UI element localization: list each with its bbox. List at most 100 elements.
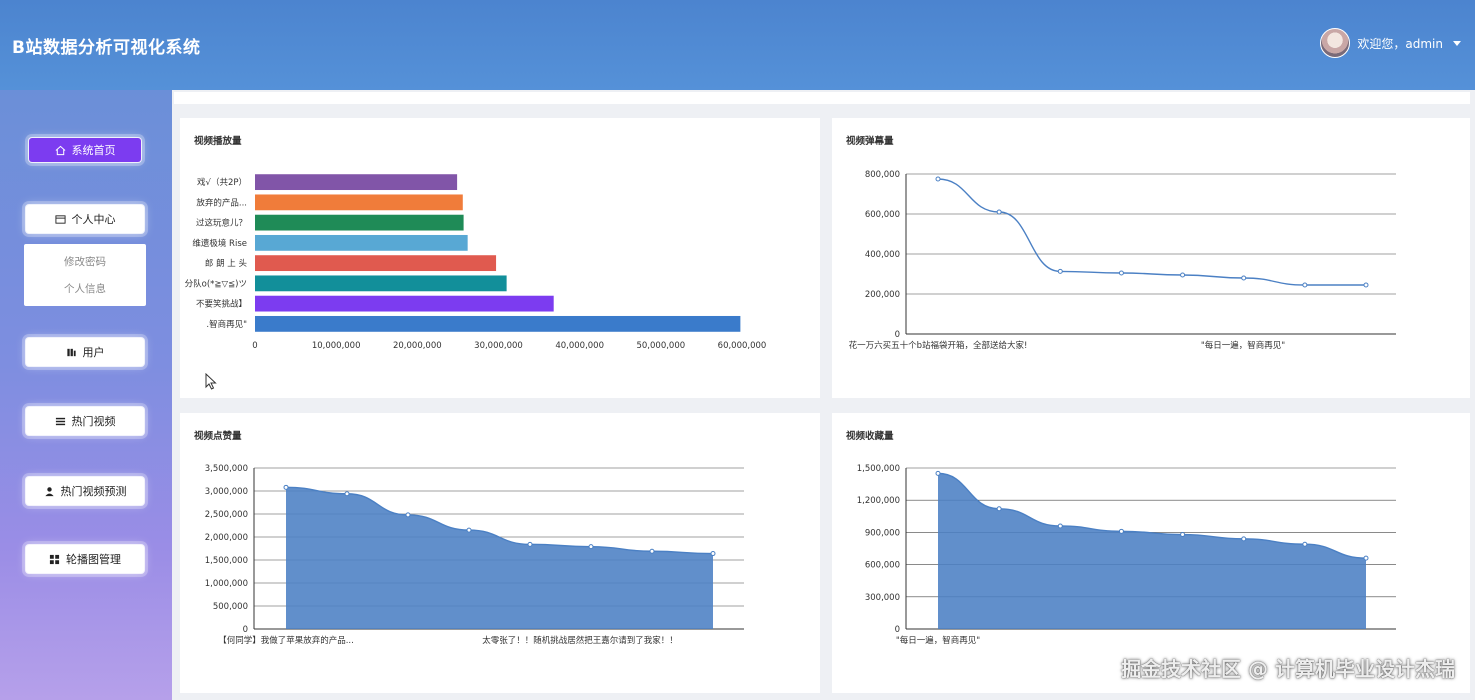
top-header: B站数据分析可视化系统 欢迎您，admin	[0, 0, 1475, 90]
data-point	[935, 176, 941, 182]
sidebar-item-label: 用户	[82, 346, 105, 359]
x-tick-label: "每日一遍，智商再见"	[1201, 340, 1285, 351]
data-point	[1057, 268, 1063, 274]
y-tick-label: 0	[243, 625, 248, 635]
y-tick-label: 300,000	[865, 593, 900, 603]
sidebar-item-hot-videos[interactable]: 热门视频	[26, 407, 144, 435]
y-tick-label: 1,200,000	[857, 496, 900, 506]
y-tick-label: 2,500,000	[205, 510, 248, 520]
sidebar-item-label: 热门视频预测	[60, 485, 127, 498]
y-tick-label: 1,000,000	[205, 579, 248, 589]
data-point	[588, 544, 594, 550]
y-tick-label: 3,500,000	[205, 464, 248, 474]
sidebar-item-carousel-management[interactable]: 轮播图管理	[26, 545, 144, 573]
plays-bar-chart: .智商再见" 不要笑挑战】 分队o(*≧▽≦)ツ 郎 朗 上 头 维遗极境 Rise 过这…	[185, 174, 767, 351]
x-tick-label: 30,000,000	[474, 341, 523, 351]
y-tick-label: 维遗极境 Rise	[192, 238, 247, 249]
series-area	[938, 473, 1366, 629]
data-point	[1241, 536, 1247, 542]
y-tick-label: 600,000	[865, 561, 900, 571]
x-tick-label: 50,000,000	[636, 341, 685, 351]
data-point	[649, 548, 655, 554]
person-icon	[44, 486, 54, 496]
bar	[255, 275, 507, 292]
danmaku-chart-card: 视频弹幕量 0 200,000 400,000 600,000 800,000 花一万六买…	[832, 118, 1470, 398]
x-tick-label: 40,000,000	[555, 341, 604, 351]
y-tick-label: 200,000	[865, 290, 900, 300]
mouse-cursor-icon	[205, 373, 217, 390]
sidebar-item-label: 热门视频	[71, 415, 116, 428]
sidebar-item-profile-center[interactable]: 个人中心	[26, 205, 144, 233]
grid-icon	[49, 554, 60, 564]
x-tick-label: 花一万六买五十个b站福袋开箱，全部送给大家!	[849, 340, 1028, 351]
data-point	[1118, 270, 1124, 276]
data-point	[710, 551, 716, 557]
content-top-strip	[174, 92, 1470, 104]
data-point	[996, 209, 1002, 215]
data-point	[935, 470, 941, 476]
submenu-personal-info[interactable]: 个人信息	[24, 281, 146, 296]
profile-card-icon	[54, 214, 66, 224]
data-point	[1363, 555, 1369, 561]
caret-down-icon[interactable]	[1453, 40, 1461, 46]
sidebar-item-users[interactable]: 用户	[26, 338, 144, 366]
y-tick-label: .智商再见"	[206, 319, 247, 330]
list-icon	[55, 417, 65, 425]
danmaku-line-chart: 0 200,000 400,000 600,000 800,000 花一万六买五十个b站福…	[849, 170, 1396, 351]
series-area	[286, 487, 713, 629]
y-tick-label: 过这玩意儿？	[196, 218, 247, 229]
y-tick-label: 不要笑挑战】	[196, 299, 247, 310]
profile-submenu: 修改密码 个人信息	[24, 244, 146, 306]
sidebar: 系统首页 个人中心 修改密码 个人信息 用户 热门视频 热门视频预测 轮播图管理	[0, 90, 172, 700]
watermark-text: 掘金技术社区 @ 计算机毕业设计杰瑞	[1121, 657, 1455, 681]
data-point	[405, 512, 411, 518]
y-tick-label: 500,000	[213, 602, 248, 612]
home-icon	[55, 145, 65, 155]
y-tick-label: 600,000	[865, 210, 900, 220]
bar	[255, 214, 464, 231]
data-point	[344, 491, 350, 497]
submenu-change-password[interactable]: 修改密码	[24, 254, 146, 269]
favorites-chart-card: 视频收藏量 0 300,000 600,000 900,000 1,200,000 1,5…	[832, 413, 1470, 693]
app-title: B站数据分析可视化系统	[12, 38, 201, 58]
x-tick-label: 60,000,000	[718, 341, 767, 351]
series-line	[937, 178, 1366, 286]
avatar[interactable]	[1320, 28, 1351, 58]
bar	[255, 295, 554, 312]
bar	[255, 194, 463, 211]
sidebar-item-label: 个人中心	[71, 213, 116, 226]
sidebar-item-home[interactable]: 系统首页	[29, 138, 141, 162]
y-tick-label: 3,000,000	[205, 487, 248, 497]
y-tick-label: 郎 朗 上 头	[205, 258, 248, 269]
y-tick-label: 分队o(*≧▽≦)ツ	[185, 278, 247, 289]
user-menu[interactable]: 欢迎您，admin	[1320, 28, 1461, 58]
y-tick-label: 800,000	[865, 170, 900, 180]
sidebar-item-label: 轮播图管理	[66, 553, 121, 566]
likes-area-chart: 0 500,000 1,000,000 1,500,000 2,000,000 2,500…	[205, 464, 744, 646]
x-tick-label: 0	[252, 341, 257, 351]
x-tick-label: "每日一遍，智商再见"	[896, 635, 980, 646]
y-tick-label: 0	[895, 330, 900, 340]
y-tick-label: 2,000,000	[205, 533, 248, 543]
data-point	[466, 527, 472, 533]
plays-chart-card: 视频播放量 .智商再见" 不要笑挑战】 分队o(*≧▽≦)ツ郎 朗 上 头维遗极境 …	[180, 118, 820, 398]
x-tick-label: 太零张了！！随机挑战居然把王嘉尔请到了我家！！	[482, 635, 678, 646]
data-point	[1302, 282, 1308, 288]
sidebar-item-label: 系统首页	[71, 144, 116, 157]
y-tick-label: 戏√（共2P）	[197, 177, 247, 188]
sidebar-item-hot-video-forecast[interactable]: 热门视频预测	[26, 477, 144, 505]
data-point	[1180, 272, 1186, 278]
data-point	[1057, 523, 1063, 529]
user-bars-icon	[66, 348, 76, 356]
data-point	[527, 541, 533, 547]
bar	[255, 234, 468, 251]
data-point	[1118, 528, 1124, 534]
data-point	[1180, 532, 1186, 538]
y-tick-label: 0	[895, 625, 900, 635]
data-point	[996, 506, 1002, 512]
x-tick-label: 20,000,000	[393, 341, 442, 351]
data-point	[1241, 275, 1247, 281]
bar	[255, 315, 741, 332]
welcome-text[interactable]: 欢迎您，admin	[1357, 35, 1443, 52]
y-tick-label: 400,000	[865, 250, 900, 260]
